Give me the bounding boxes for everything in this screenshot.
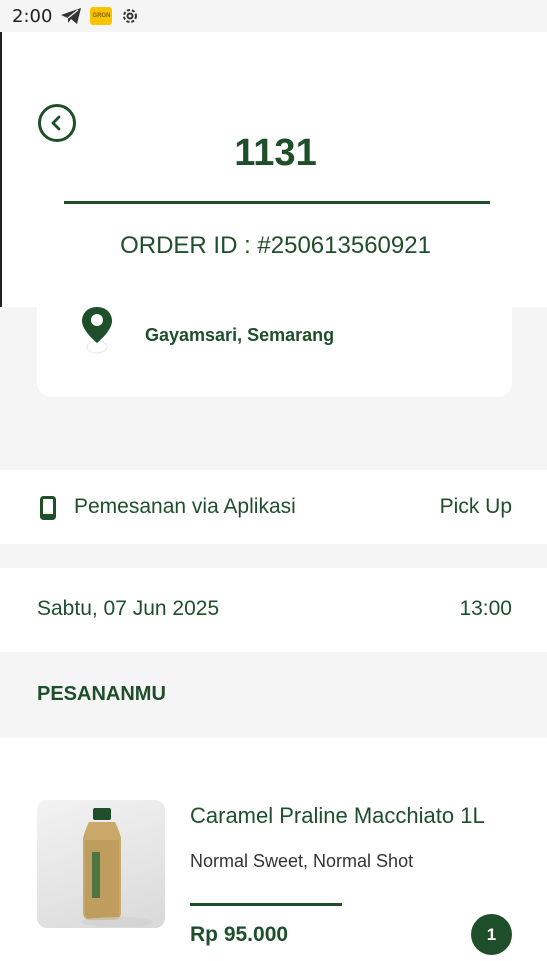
order-method: Pick Up xyxy=(439,495,512,518)
location-card: Gayamsari, Semarang xyxy=(37,307,512,397)
order-id: ORDER ID : #250613560921 xyxy=(120,232,431,259)
order-type-row: Pemesanan via Aplikasi Pick Up xyxy=(0,470,547,544)
telegram-icon xyxy=(60,7,82,25)
location-section: Gayamsari, Semarang xyxy=(0,307,547,470)
schedule-row: Sabtu, 07 Jun 2025 13:00 xyxy=(0,568,547,652)
settings-gear-icon xyxy=(120,6,140,26)
section-title: PESANANMU xyxy=(37,683,166,705)
app-badge-icon: GRGN xyxy=(90,7,113,25)
status-time: 2:00 xyxy=(12,5,53,27)
order-items-list: Caramel Praline Macchiato 1L Normal Swee… xyxy=(0,738,547,961)
title-divider xyxy=(64,201,490,204)
product-divider xyxy=(190,903,342,906)
status-bar: 2:00 GRGN xyxy=(0,0,547,32)
map-pin-icon xyxy=(81,307,113,360)
product-price: Rp 95.000 xyxy=(190,923,289,946)
order-date: Sabtu, 07 Jun 2025 xyxy=(37,597,220,620)
location-name: Gayamsari, Semarang xyxy=(145,325,335,345)
chevron-left-circle-icon xyxy=(51,115,61,131)
order-channel-label: Pemesanan via Aplikasi xyxy=(74,495,296,518)
order-time: 13:00 xyxy=(459,597,512,620)
product-image xyxy=(37,800,165,928)
product-options: Normal Sweet, Normal Shot xyxy=(190,851,414,871)
smartphone-icon xyxy=(40,496,56,525)
quantity-badge: 1 xyxy=(471,914,512,955)
page-title: 1131 xyxy=(234,132,317,174)
order-header: 1131 ORDER ID : #250613560921 xyxy=(0,32,547,307)
product-name: Caramel Praline Macchiato 1L xyxy=(190,803,485,828)
section-header: PESANANMU xyxy=(0,652,547,738)
